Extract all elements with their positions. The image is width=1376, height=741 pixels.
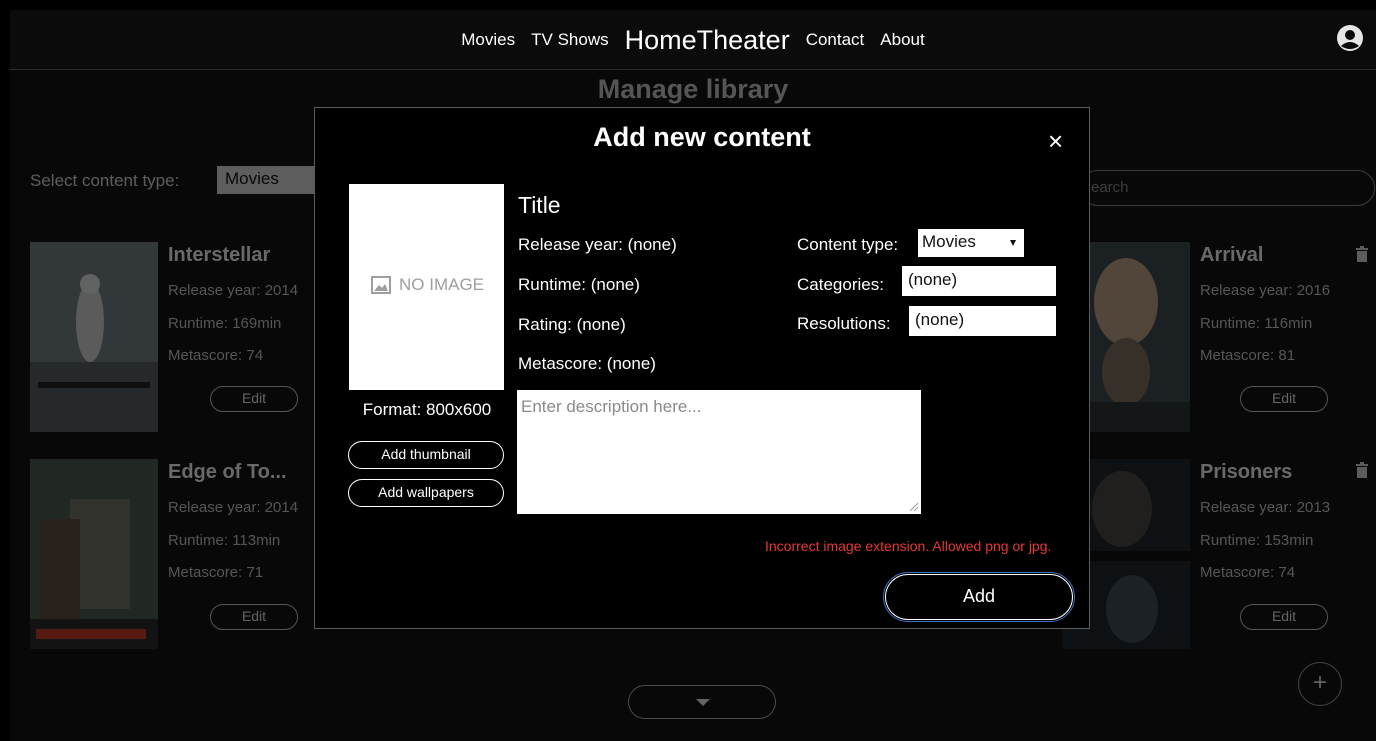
content-type-select[interactable]: Movies	[217, 166, 317, 194]
modal-title: Add new content	[593, 122, 811, 152]
nav-about[interactable]: About	[880, 30, 924, 50]
movie-card: Edge of To... Release year: 2014 Runtime…	[30, 459, 330, 649]
card-title[interactable]: Arrival	[1200, 244, 1263, 267]
edit-button[interactable]: Edit	[1240, 604, 1328, 630]
close-icon[interactable]: ×	[1048, 128, 1063, 154]
brand-logo[interactable]: HomeTheater	[625, 25, 790, 56]
card-release-year: Release year: 2013	[1200, 499, 1331, 516]
poster-image	[30, 242, 158, 432]
categories-input[interactable]: (none)	[902, 266, 1056, 296]
no-image-placeholder: NO IMAGE	[371, 275, 484, 295]
load-more-button[interactable]	[628, 685, 776, 719]
categories-label: Categories:	[797, 275, 884, 294]
release-year-field[interactable]: Release year: (none)	[518, 235, 677, 255]
error-message: Incorrect image extension. Allowed png o…	[765, 538, 1052, 554]
card-metascore: Metascore: 74	[1200, 564, 1296, 581]
card-release-year: Release year: 2014	[168, 282, 299, 299]
format-label: Format: 800x600	[362, 400, 492, 419]
search-placeholder: earch	[1091, 179, 1129, 196]
movie-card: Prisoners Release year: 2013 Runtime: 15…	[1062, 459, 1362, 649]
nav-tv-shows[interactable]: TV Shows	[531, 30, 608, 50]
no-image-text: NO IMAGE	[399, 275, 485, 294]
card-runtime: Runtime: 169min	[168, 315, 282, 332]
add-wallpapers-button[interactable]: Add wallpapers	[348, 479, 504, 507]
card-metascore: Metascore: 71	[168, 564, 264, 581]
card-runtime: Runtime: 113min	[168, 532, 281, 549]
movie-card: Arrival Release year: 2016 Runtime: 116m…	[1062, 242, 1362, 432]
add-thumbnail-button[interactable]: Add thumbnail	[348, 441, 504, 469]
card-metascore: Metascore: 74	[168, 347, 264, 364]
title-field[interactable]: Title	[518, 192, 561, 219]
image-icon	[371, 276, 391, 294]
add-button[interactable]: Add	[883, 572, 1075, 622]
page-title: Manage library	[597, 74, 789, 104]
trash-icon[interactable]	[1356, 462, 1368, 478]
metascore-field[interactable]: Metascore: (none)	[518, 354, 656, 374]
resolutions-input[interactable]: (none)	[909, 306, 1056, 336]
resolutions-label: Resolutions:	[797, 314, 891, 333]
description-textarea[interactable]: Enter description here...	[517, 390, 921, 514]
card-metascore: Metascore: 81	[1200, 347, 1296, 364]
content-type-dropdown[interactable]: Movies	[918, 229, 1024, 257]
card-release-year: Release year: 2016	[1200, 282, 1331, 299]
card-title[interactable]: Edge of To...	[168, 461, 287, 484]
trash-icon[interactable]	[1356, 246, 1368, 262]
search-input[interactable]: earch	[1080, 170, 1375, 206]
edit-button[interactable]: Edit	[1240, 386, 1328, 412]
caret-down-icon	[1010, 240, 1016, 246]
edit-button[interactable]: Edit	[210, 604, 298, 630]
resize-grip-icon[interactable]	[909, 502, 918, 511]
poster-image	[30, 459, 158, 649]
content-type-label: Content type:	[797, 235, 899, 254]
content-type-value: Movies	[922, 232, 976, 251]
edit-button[interactable]: Edit	[210, 386, 298, 412]
chevron-down-icon	[696, 699, 710, 706]
nav-links: Movies TV Shows HomeTheater Contact Abou…	[10, 10, 1376, 70]
add-content-button[interactable]: +	[1298, 662, 1342, 706]
nav-movies[interactable]: Movies	[461, 30, 515, 50]
runtime-field[interactable]: Runtime: (none)	[518, 275, 640, 295]
description-placeholder: Enter description here...	[521, 397, 702, 416]
card-title[interactable]: Interstellar	[168, 244, 270, 267]
top-navbar: Movies TV Shows HomeTheater Contact Abou…	[10, 10, 1376, 70]
rating-field[interactable]: Rating: (none)	[518, 315, 626, 335]
movie-card: Interstellar Release year: 2014 Runtime:…	[30, 242, 330, 432]
user-account-icon[interactable]	[1336, 24, 1364, 52]
card-runtime: Runtime: 116min	[1200, 315, 1313, 332]
card-title[interactable]: Prisoners	[1200, 461, 1292, 484]
thumbnail-preview: NO IMAGE	[349, 184, 504, 390]
card-release-year: Release year: 2014	[168, 499, 299, 516]
card-runtime: Runtime: 153min	[1200, 532, 1314, 549]
content-type-select-label: Select content type:	[30, 171, 180, 190]
nav-contact[interactable]: Contact	[806, 30, 865, 50]
add-content-modal: Add new content × NO IMAGE Format: 800x6…	[314, 107, 1090, 629]
